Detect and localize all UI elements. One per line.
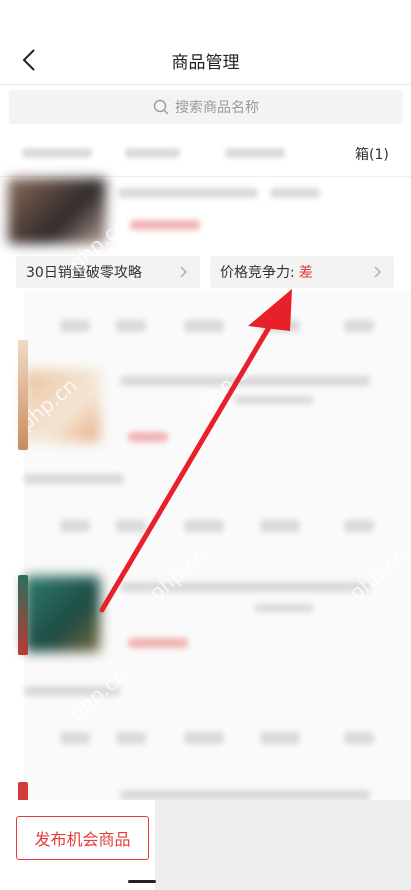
search-placeholder: 搜索商品名称 <box>175 100 259 116</box>
product-image-edge <box>18 340 28 450</box>
action-blurred <box>60 320 90 332</box>
product-price-blurred <box>128 638 188 648</box>
action-blurred <box>116 520 146 532</box>
bottom-gray-area <box>155 800 411 890</box>
action-blurred <box>60 732 90 744</box>
page-title: 商品管理 <box>171 53 240 73</box>
tab-blurred-1[interactable] <box>22 148 92 158</box>
action-blurred <box>344 320 374 332</box>
action-blurred <box>184 520 224 532</box>
price-competitiveness-label: 价格竞争力: <box>220 265 295 281</box>
product-price-blurred <box>130 220 200 230</box>
search-icon <box>153 99 169 115</box>
sales-tip-card[interactable]: 30日销量破零攻略 <box>16 256 200 288</box>
price-competitiveness-value: 差 <box>298 265 313 281</box>
action-blurred <box>116 732 146 744</box>
tab-blurred-2[interactable] <box>125 148 180 158</box>
action-blurred <box>260 320 300 332</box>
watermark: php.cn <box>144 542 212 606</box>
product-image[interactable] <box>24 576 100 652</box>
product-meta-blurred <box>254 604 314 612</box>
action-blurred <box>184 732 224 744</box>
bottom-bar: 发布机会商品 <box>0 800 411 890</box>
watermark: php.cn <box>344 542 411 606</box>
action-blurred <box>116 320 146 332</box>
product-image-edge <box>18 782 28 802</box>
action-blurred <box>344 732 374 744</box>
action-blurred <box>260 520 300 532</box>
action-blurred <box>260 732 300 744</box>
product-title-blurred <box>118 188 258 198</box>
status-tabs: 箱(1) <box>0 130 411 177</box>
action-blurred <box>344 520 374 532</box>
header-divider <box>0 84 411 85</box>
action-blurred <box>184 320 224 332</box>
product-price-blurred <box>128 432 168 442</box>
publish-opportunity-product-button[interactable]: 发布机会商品 <box>16 816 149 860</box>
home-indicator <box>128 880 156 883</box>
top-bar: 商品管理 <box>0 30 411 86</box>
action-blurred <box>60 520 90 532</box>
tab-last[interactable]: 箱(1) <box>355 144 389 164</box>
product-tag-blurred <box>24 474 124 484</box>
product-image-edge <box>18 575 28 655</box>
product-title-blurred <box>120 790 370 800</box>
search-input[interactable]: 搜索商品名称 <box>9 90 403 124</box>
blurred-list-panel: php.cn php.cn php.cn php.cn php.cn php.c… <box>14 213 411 848</box>
chevron-right-icon <box>180 266 187 278</box>
product-meta-blurred <box>270 188 320 198</box>
product-meta-blurred <box>234 396 314 404</box>
tab-blurred-3[interactable] <box>225 148 285 158</box>
chevron-right-icon <box>374 266 381 278</box>
price-competitiveness-card[interactable]: 价格竞争力: 差 <box>210 256 394 288</box>
